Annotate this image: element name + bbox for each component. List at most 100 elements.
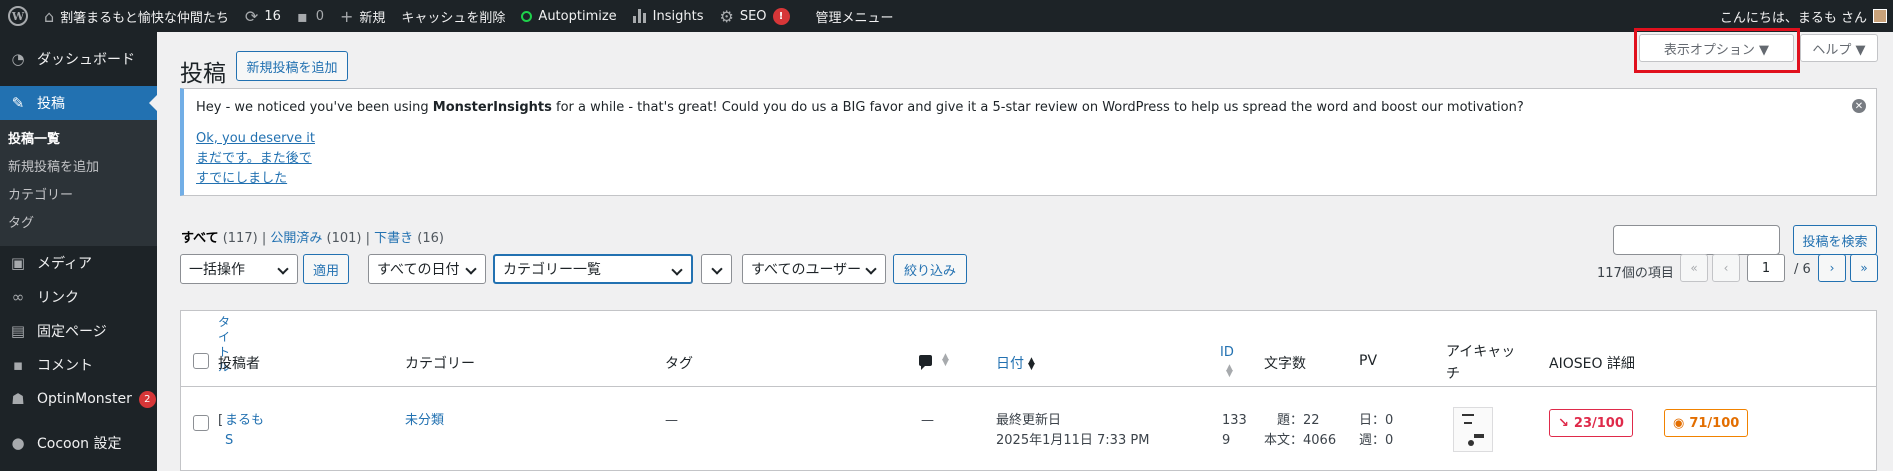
row-pv-day: 日：0 <box>1359 413 1394 428</box>
dismiss-icon[interactable]: ✕ <box>1852 99 1866 113</box>
submenu-add-new[interactable]: 新規投稿を追加 <box>0 154 157 182</box>
help-button[interactable]: ヘルプ ▼ <box>1800 34 1878 62</box>
comments-sort-icon[interactable]: ▲ ▼ <box>942 353 949 368</box>
highlight-annotation <box>1634 28 1800 73</box>
column-pv: PV <box>1359 353 1378 369</box>
comments-menu[interactable]: ▪ 0 <box>289 0 332 32</box>
updates-menu[interactable]: ⟳ 16 <box>237 0 289 32</box>
select-all-checkbox[interactable] <box>193 353 209 369</box>
filter-all[interactable]: すべて <box>181 231 219 246</box>
filter-draft[interactable]: 下書き <box>374 231 413 246</box>
notice-link-later[interactable]: まだです。また後で <box>196 149 1864 169</box>
status-circle-icon <box>521 10 533 22</box>
updates-count: 16 <box>264 8 281 24</box>
item-count: 117個の項目 <box>1597 266 1674 281</box>
new-label: 新規 <box>359 10 386 26</box>
date-filter-select[interactable]: すべての日付 <box>368 254 486 284</box>
autoptimize-menu[interactable]: Autoptimize <box>513 0 624 32</box>
admin-sidebar: ◔ ダッシュボード ✎ 投稿 投稿一覧 新規投稿を追加 カテゴリー タグ ▣ メ… <box>0 32 157 471</box>
search-input[interactable] <box>1613 225 1780 255</box>
filter-button[interactable]: 絞り込み <box>893 254 967 284</box>
clear-cache-menu[interactable]: キャッシュを削除 <box>393 0 513 32</box>
insights-label: Insights <box>652 8 704 24</box>
menu-dashboard-label: ダッシュボード <box>37 52 135 68</box>
column-tags: タグ <box>665 356 693 372</box>
table-header: タイトル 投稿者 カテゴリー タグ ▲ ▼ 日付 ▲ ▼ ID ▲ ▼ 文字数 PV ア… <box>181 311 1876 387</box>
row-date-value: 2025年1月11日 7:33 PM <box>996 433 1150 448</box>
comments-count: 0 <box>315 8 324 24</box>
row-comments: — <box>921 413 934 428</box>
row-title[interactable]: [ <box>218 411 223 431</box>
extra-filter-select[interactable] <box>701 254 732 284</box>
row-id-line1: 133 <box>1222 413 1247 428</box>
comments-column-icon[interactable] <box>919 355 932 370</box>
menu-links-label: リンク <box>37 290 79 306</box>
total-pages: / 6 <box>1794 262 1811 277</box>
avatar <box>1873 9 1887 23</box>
insights-menu[interactable]: Insights <box>625 0 712 32</box>
last-page-button[interactable]: » <box>1850 254 1878 282</box>
plus-icon: + <box>339 6 354 26</box>
pushpin-icon: ✎ <box>11 94 25 112</box>
trend-down-icon: ↘ <box>1558 415 1569 431</box>
row-category[interactable]: 未分類 <box>405 411 444 431</box>
column-eyecatch: アイキャッチ <box>1446 344 1516 382</box>
row-pv-week: 週：0 <box>1359 433 1394 448</box>
menu-media-label: メディア <box>37 256 93 272</box>
optinmonster-badge: 2 <box>138 390 156 408</box>
current-page-input[interactable]: 1 <box>1747 254 1785 282</box>
row-checkbox[interactable] <box>193 415 209 431</box>
dashboard-gauge-icon: ◔ <box>11 50 25 68</box>
category-filter-select[interactable]: カテゴリー一覧 <box>493 254 693 284</box>
new-content-menu[interactable]: + 新規 <box>332 0 393 32</box>
readability-score-badge[interactable]: ◉ 71/100 <box>1664 409 1749 437</box>
wp-logo-menu[interactable]: W <box>0 0 36 32</box>
menu-pages[interactable]: ▤ 固定ページ <box>0 314 157 348</box>
menu-optinmonster[interactable]: ☗ OptinMonster 2 <box>0 382 157 416</box>
menu-cocoon[interactable]: ● Cocoon 設定 <box>0 426 157 460</box>
autoptimize-label: Autoptimize <box>538 8 617 24</box>
menu-media[interactable]: ▣ メディア <box>0 246 157 280</box>
menu-cocoon-label: Cocoon 設定 <box>37 436 122 452</box>
row-chars-body: 本文：4066 <box>1264 433 1337 448</box>
bulk-action-select[interactable]: 一括操作 <box>180 254 298 284</box>
prev-page-button[interactable]: ‹ <box>1712 254 1740 282</box>
submenu-tags[interactable]: タグ <box>0 210 157 238</box>
post-status-filters: すべて (117) | 公開済み (101) | 下書き (16) <box>181 231 444 246</box>
refresh-icon: ⟳ <box>244 6 259 26</box>
menu-comments-label: コメント <box>37 358 93 374</box>
gear-icon: ⚙ <box>719 6 734 26</box>
posts-table: タイトル 投稿者 カテゴリー タグ ▲ ▼ 日付 ▲ ▼ ID ▲ ▼ 文字数 PV ア… <box>180 310 1877 471</box>
notice-link-done[interactable]: すでにしました <box>196 169 1864 189</box>
seo-menu[interactable]: ⚙ SEO ! <box>712 0 798 32</box>
row-author[interactable]: まるも <box>225 411 264 431</box>
apply-button[interactable]: 適用 <box>303 254 349 284</box>
page-title: 投稿 <box>180 61 226 87</box>
site-name-menu[interactable]: ⌂ 割箸まるもと愉快な仲間たち <box>36 0 237 32</box>
row-chars-title: 題：22 <box>1277 413 1320 428</box>
submenu-categories[interactable]: カテゴリー <box>0 182 157 210</box>
menu-links[interactable]: ∞ リンク <box>0 280 157 314</box>
cocoon-circle-icon: ● <box>11 434 25 452</box>
search-posts-button[interactable]: 投稿を検索 <box>1793 225 1877 255</box>
menu-dashboard[interactable]: ◔ ダッシュボード <box>0 42 157 76</box>
filter-published[interactable]: 公開済み <box>270 231 322 246</box>
column-date[interactable]: 日付 ▲ ▼ <box>996 353 1035 373</box>
add-new-post-button[interactable]: 新規投稿を追加 <box>236 51 348 81</box>
seo-score-badge[interactable]: ↘ 23/100 <box>1549 409 1633 437</box>
notice-link-review[interactable]: Ok, you deserve it <box>196 129 1864 149</box>
next-page-button[interactable]: › <box>1818 254 1846 282</box>
menu-posts[interactable]: ✎ 投稿 <box>0 86 157 120</box>
row-tags: — <box>665 413 678 428</box>
admin-bar: W ⌂ 割箸まるもと愉快な仲間たち ⟳ 16 ▪ 0 + 新規 キャッシュを削除… <box>0 0 1893 32</box>
eyecatch-thumbnail[interactable] <box>1453 407 1493 452</box>
user-filter-select[interactable]: すべてのユーザー <box>742 254 886 284</box>
menu-comments[interactable]: ▪ コメント <box>0 348 157 382</box>
row-title-second-line[interactable]: S <box>225 431 233 451</box>
comment-bubble-icon: ▪ <box>296 6 308 26</box>
first-page-button[interactable]: « <box>1680 254 1708 282</box>
column-id[interactable]: ID <box>1220 345 1234 360</box>
id-sort-icon[interactable]: ▲ ▼ <box>1226 364 1233 379</box>
submenu-all-posts[interactable]: 投稿一覧 <box>0 126 157 154</box>
admin-menu-editor[interactable]: 管理メニュー <box>808 0 902 32</box>
